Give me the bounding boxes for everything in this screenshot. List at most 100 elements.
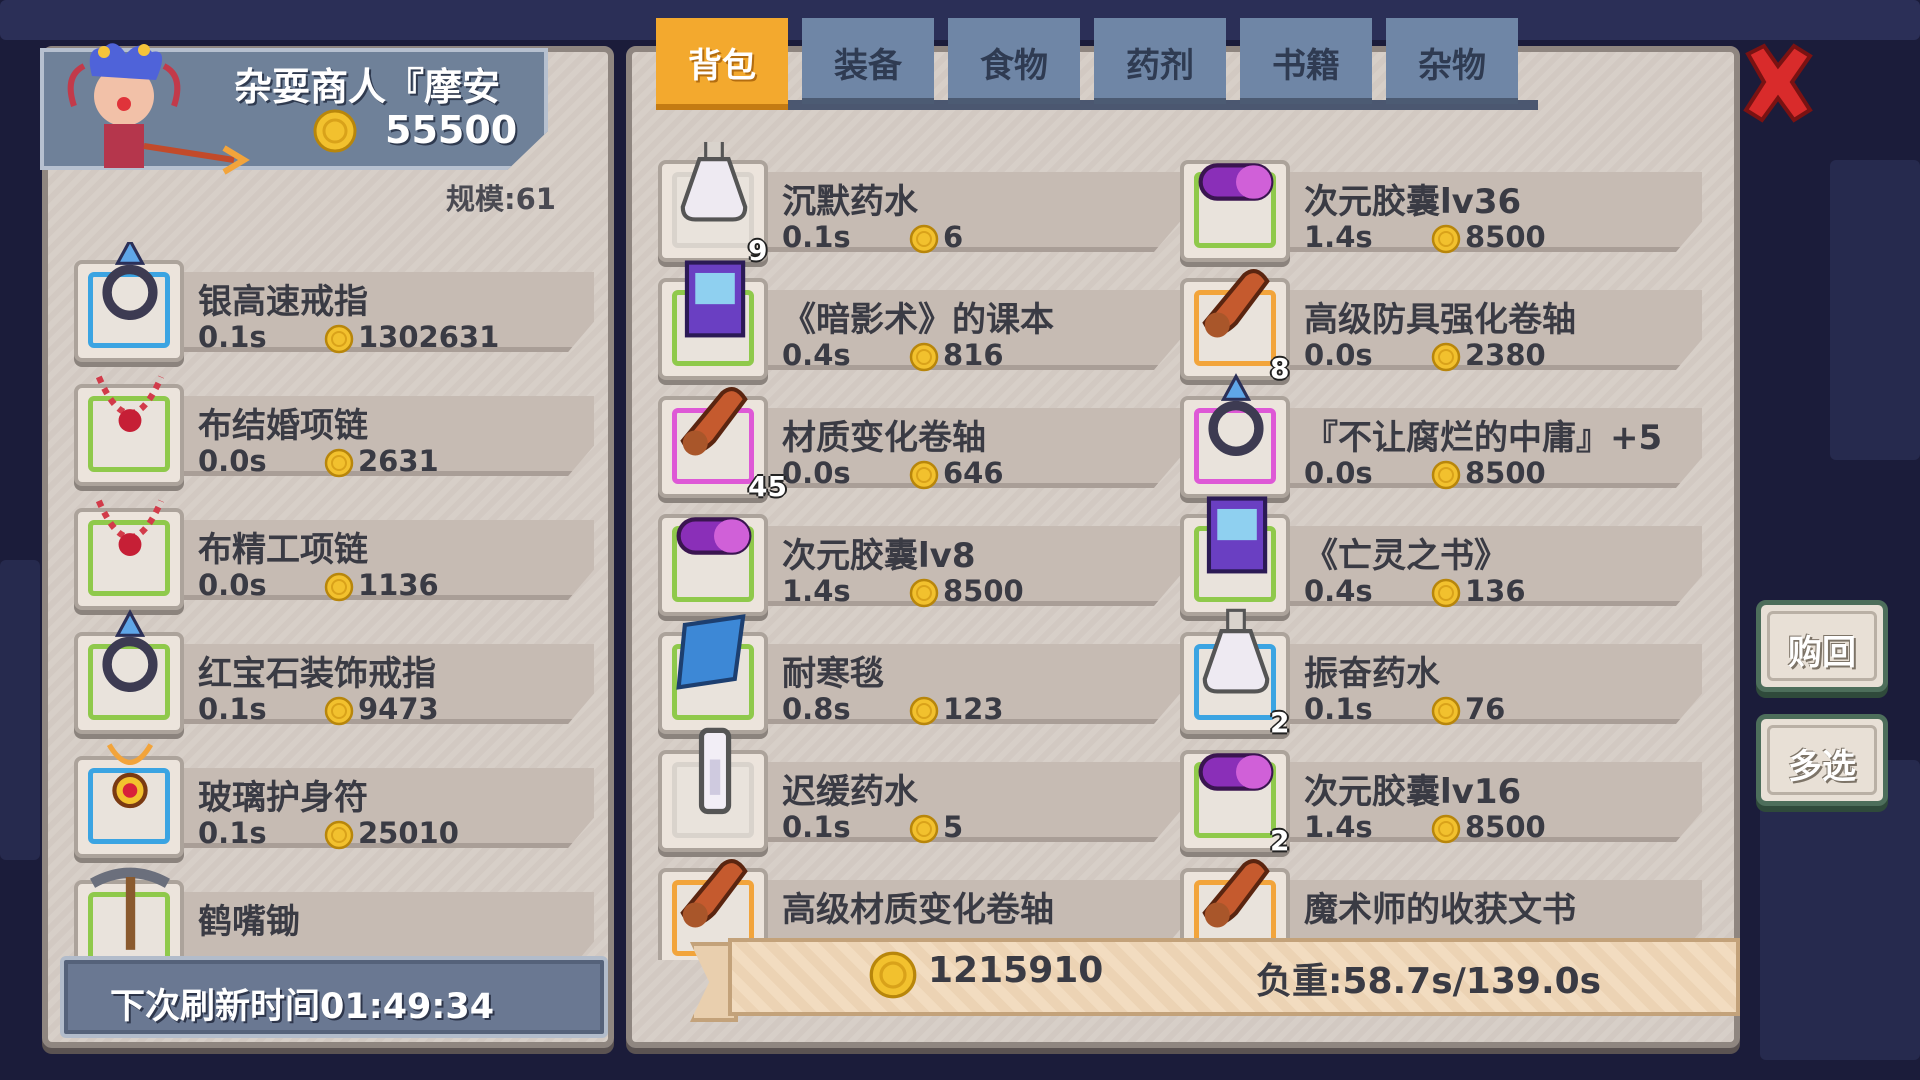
item-row[interactable]: 银高速戒指 0.1s 1302631 [74, 242, 594, 362]
tab-1[interactable]: 装备 [802, 18, 934, 104]
multi-select-label: 多选 [1788, 747, 1856, 787]
item-name: 鹤嘴锄 [198, 902, 300, 942]
item-name: 材质变化卷轴 [782, 418, 986, 458]
item-price: 2631 [358, 444, 439, 478]
buyback-label: 购回 [1788, 633, 1856, 673]
vial-icon [698, 727, 732, 815]
item-price: 8500 [1465, 456, 1546, 490]
capsule-icon [1198, 753, 1274, 791]
item-row[interactable]: 沉默药水 0.1s 6 9 [658, 142, 1180, 267]
item-price: 76 [1465, 692, 1506, 726]
item-row[interactable]: 材质变化卷轴 0.0s 646 45 [658, 378, 1180, 503]
item-name: 高级材质变化卷轴 [782, 890, 1054, 930]
item-name: 次元胶囊lv8 [782, 536, 976, 576]
item-name: 魔术师的收获文书 [1304, 890, 1576, 930]
item-row[interactable]: 布结婚项链 0.0s 2631 [74, 366, 594, 486]
gold-coin-icon [324, 820, 354, 850]
item-weight: 0.1s [198, 692, 267, 726]
item-row[interactable]: 次元胶囊lv8 1.4s 8500 [658, 496, 1180, 616]
item-name: 红宝石装饰戒指 [198, 654, 436, 694]
item-price: 1136 [358, 568, 439, 602]
item-weight: 0.1s [782, 220, 851, 254]
inventory-panel: 沉默药水 0.1s 6 9 次元胶囊lv36 1.4s 8500 《暗影术》的课本 0.4s 81… [626, 46, 1740, 1048]
tab-3[interactable]: 药剂 [1094, 18, 1226, 104]
player-gold: 1215910 [928, 950, 1104, 991]
tab-5[interactable]: 杂物 [1386, 18, 1518, 104]
item-row[interactable]: 次元胶囊lv36 1.4s 8500 [1180, 142, 1702, 262]
tab-0[interactable]: 背包 [656, 18, 788, 110]
item-name: 银高速戒指 [198, 282, 368, 322]
item-price: 8500 [1465, 810, 1546, 844]
item-name: 振奋药水 [1304, 654, 1440, 694]
item-name: 布结婚项链 [198, 406, 368, 446]
merchant-name: 杂耍商人『摩安 [234, 65, 501, 109]
item-price: 25010 [358, 816, 459, 850]
multi-select-button[interactable]: 多选 [1756, 714, 1888, 806]
item-weight: 0.4s [782, 338, 851, 372]
item-row[interactable]: 『不让腐烂的中庸』+5 0.0s 8500 [1180, 373, 1702, 498]
item-row[interactable]: 耐寒毯 0.8s 123 [658, 614, 1180, 734]
gold-coin-icon [909, 342, 939, 372]
item-weight: 0.4s [1304, 574, 1373, 608]
amulet-icon [106, 743, 154, 809]
scroll-icon [680, 858, 748, 928]
tab-4[interactable]: 书籍 [1240, 18, 1372, 104]
necklace-icon [95, 375, 165, 432]
potion-icon [1202, 608, 1270, 694]
item-price: 5 [943, 810, 964, 844]
close-icon[interactable] [1738, 40, 1818, 126]
item-row[interactable]: 迟缓药水 0.1s 5 [658, 727, 1180, 852]
item-row[interactable]: 鹤嘴锄 [74, 862, 594, 966]
item-name: 《亡灵之书》 [1304, 536, 1508, 576]
item-row[interactable]: 《暗影术》的课本 0.4s 816 [658, 260, 1180, 380]
item-price: 816 [943, 338, 1004, 372]
item-name: 布精工项链 [198, 530, 368, 570]
ring-icon [1208, 373, 1264, 456]
item-row[interactable]: 《亡灵之书》 0.4s 136 [1180, 496, 1702, 616]
item-row[interactable]: 次元胶囊lv16 1.4s 8500 2 [1180, 732, 1702, 857]
item-name: 次元胶囊lv16 [1304, 772, 1522, 812]
refresh-timer: 下次刷新时间01:49:34 [60, 956, 608, 1038]
item-price: 1302631 [358, 320, 500, 354]
scroll-icon [680, 386, 748, 456]
capsule-icon [1198, 163, 1274, 201]
item-row[interactable]: 振奋药水 0.1s 76 2 [1180, 608, 1702, 739]
gold-coin-icon [1431, 342, 1461, 372]
gold-coin-icon [909, 696, 939, 726]
buyback-button[interactable]: 购回 [1756, 600, 1888, 692]
item-name: 次元胶囊lv36 [1304, 182, 1522, 222]
item-weight: 1.4s [782, 574, 851, 608]
item-row[interactable]: 布精工项链 0.0s 1136 [74, 490, 594, 610]
item-weight: 0.1s [198, 320, 267, 354]
gold-coin-icon [1431, 696, 1461, 726]
merchant-scale: 规模:61 [446, 182, 556, 216]
item-price: 646 [943, 456, 1004, 490]
item-weight: 0.1s [198, 816, 267, 850]
item-price: 6 [943, 220, 964, 254]
item-name: 高级防具强化卷轴 [1304, 300, 1576, 340]
potion-icon [680, 142, 748, 222]
gold-coin-icon [869, 951, 917, 999]
gold-coin-icon [324, 448, 354, 478]
gold-coin-icon [1431, 460, 1461, 490]
ring-icon [102, 609, 158, 692]
bag-item-list[interactable]: 沉默药水 0.1s 6 9 次元胶囊lv36 1.4s 8500 《暗影术》的课本 0.4s 81… [658, 142, 1728, 960]
pickaxe-icon [90, 867, 170, 950]
item-name: 沉默药水 [782, 182, 918, 222]
scroll-icon [1202, 858, 1270, 928]
item-row[interactable]: 红宝石装饰戒指 0.1s 9473 [74, 609, 594, 734]
item-weight: 0.1s [1304, 692, 1373, 726]
capsule-icon [676, 517, 752, 555]
item-name: 耐寒毯 [782, 654, 884, 694]
tab-2[interactable]: 食物 [948, 18, 1080, 104]
item-row[interactable]: 高级防具强化卷轴 0.0s 2380 8 [1180, 260, 1702, 385]
item-row[interactable]: 玻璃护身符 0.1s 25010 [74, 738, 594, 858]
merchant-item-list[interactable]: 银高速戒指 0.1s 1302631 布结婚项链 0.0s 2631 布精工项链 0.0s 11… [74, 242, 594, 966]
background-tile [1830, 160, 1920, 460]
gold-coin-icon [909, 578, 939, 608]
item-weight: 1.4s [1304, 810, 1373, 844]
item-price: 123 [943, 692, 1004, 726]
item-weight: 1.4s [1304, 220, 1373, 254]
item-weight: 0.1s [782, 810, 851, 844]
item-name: 迟缓药水 [782, 772, 918, 812]
